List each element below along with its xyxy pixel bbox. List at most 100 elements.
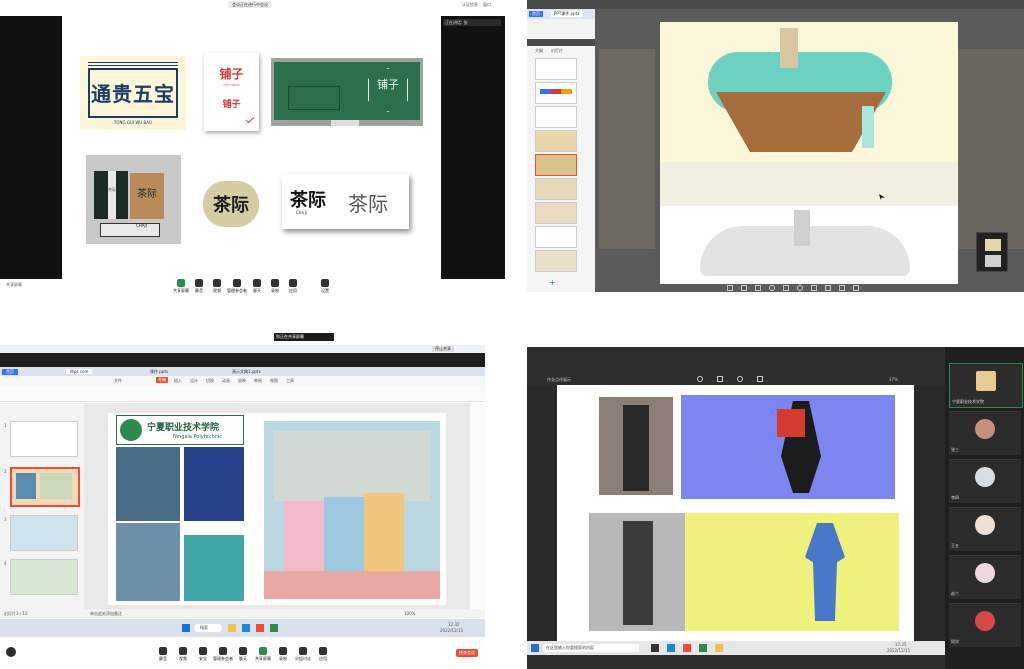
q2-thumb-4[interactable] [535, 130, 577, 152]
q4-date[interactable]: 2022/12/15 [887, 648, 910, 653]
participant-tile[interactable]: 赵六 [949, 555, 1021, 599]
taskbar-app-icon[interactable] [715, 644, 723, 652]
status-slide-count: 幻灯片3 / 10 [4, 611, 28, 616]
q2-tool-icon[interactable] [769, 285, 775, 291]
participant-tile[interactable]: 李四 [949, 459, 1021, 503]
q4-tool-icon[interactable] [737, 376, 743, 382]
q2-tab-home[interactable]: 首页 [529, 11, 543, 17]
q3-thumb-1[interactable] [10, 421, 78, 457]
menu-design[interactable]: 设计 [190, 378, 198, 384]
q2-add-slide[interactable]: + [549, 278, 556, 287]
meeting-status-chip[interactable]: 会议正在进行中会议 [228, 1, 272, 8]
status-zoom[interactable]: 100% [404, 611, 415, 616]
q3-thumb-2[interactable] [10, 467, 80, 507]
stop-share-button[interactable]: 停止共享 [432, 346, 454, 352]
q3-tb-record[interactable]: 录制 [272, 647, 294, 662]
q2-panel-tab-slides[interactable]: 幻灯片 [551, 48, 563, 54]
q2-thumb-7[interactable] [535, 202, 577, 224]
q3-thumb-4[interactable] [10, 559, 78, 595]
q3-tab-presentation[interactable]: 演示文稿1.pptx [228, 369, 265, 375]
q3-tab-wps[interactable]: Wps.com [66, 369, 93, 374]
q3-tb-mute[interactable]: 静音 [152, 647, 174, 662]
taskbar-app-icon[interactable] [683, 644, 691, 652]
participant-tile[interactable]: 张三 [949, 411, 1021, 455]
q4-tool-icon[interactable] [697, 376, 703, 382]
q2-tool-icon[interactable] [783, 285, 789, 291]
q2-thumb-3[interactable] [535, 106, 577, 128]
taskbar-app-icon[interactable] [699, 644, 707, 652]
q3-tb-participants[interactable]: 管理参会者 [212, 647, 234, 662]
q1-tb-settings[interactable]: 设置 [314, 279, 336, 294]
q4-clock[interactable]: 17:25 [895, 642, 907, 647]
q2-tool-icon[interactable] [839, 285, 845, 291]
menu-file[interactable]: 文件 [114, 378, 122, 384]
q2-tool-icon[interactable] [741, 285, 747, 291]
q2-tool-icon[interactable] [811, 285, 817, 291]
menu-insert[interactable]: 插入 [174, 378, 182, 384]
q2-tool-icon[interactable] [755, 285, 761, 291]
q3-tb-share[interactable]: 共享屏幕 [252, 647, 274, 662]
q3-thumb-3[interactable] [10, 515, 78, 551]
participant-tile[interactable]: 宁夏职业技术学院 [949, 363, 1023, 408]
q4-taskbar-search[interactable]: 在这里输入你要搜索的内容 [543, 644, 639, 652]
menu-start[interactable]: 开始 [156, 377, 168, 383]
q2-tool-icon[interactable] [853, 285, 859, 291]
taskbar-app-icon[interactable] [228, 624, 236, 632]
top-right-label-2[interactable]: 窗口 [483, 2, 491, 8]
participant-avatar [975, 611, 995, 631]
q3-tb-apps[interactable]: 应用 [312, 647, 334, 662]
q2-tool-icon[interactable] [825, 285, 831, 291]
q2-tool-icon[interactable] [797, 285, 803, 291]
taskbar-app-icon[interactable] [667, 644, 675, 652]
q1-tb-apps[interactable]: 应用 [282, 279, 304, 294]
q2-tab-file[interactable]: PPT课件.pptx [551, 11, 583, 17]
q3-tb-video[interactable]: 视频 [172, 647, 194, 662]
taskbar-app-icon[interactable] [270, 624, 278, 632]
taskbar-search[interactable]: 搜索 [194, 624, 222, 632]
participant-tile[interactable]: 王五 [949, 507, 1021, 551]
q3-tab-home[interactable]: 首页 [2, 369, 18, 375]
q4-tool-icon[interactable] [717, 376, 723, 382]
participant-tile[interactable]: 同学 [949, 603, 1021, 647]
q3-tb-breakout[interactable]: 分组讨论 [292, 647, 314, 662]
q2-thumb-1[interactable] [535, 58, 577, 80]
q2-thumb-9[interactable] [535, 250, 577, 272]
menu-transition[interactable]: 切换 [206, 378, 214, 384]
q2-thumb-2[interactable] [535, 82, 577, 104]
taskbar-date[interactable]: 2022/12/15 [440, 628, 463, 633]
q2-bottom-tools [727, 284, 887, 292]
q2-thumb-5[interactable] [535, 154, 577, 176]
menu-slideshow[interactable]: 放映 [238, 378, 246, 384]
q2-thumb-8[interactable] [535, 226, 577, 248]
q3-tb-chat[interactable]: 聊天 [232, 647, 254, 662]
q2-panel-tab-outline[interactable]: 大纲 [535, 48, 543, 54]
q3-tb-security[interactable]: 安全 [192, 647, 214, 662]
fashion-photo-1 [599, 397, 673, 495]
menu-tools[interactable]: 工具 [286, 378, 294, 384]
q4-tool-icon[interactable] [757, 376, 763, 382]
q2-mini-preview[interactable] [976, 232, 1008, 272]
island-pagoda [780, 28, 798, 68]
end-meeting-button[interactable]: 结束会议 [456, 649, 478, 657]
taskbar-clock[interactable]: 12:32 [448, 622, 460, 627]
q3-tab-courseware[interactable]: 课件.pptx [146, 369, 172, 375]
participant-avatar [976, 371, 996, 391]
taskbar-app-icon[interactable] [651, 644, 659, 652]
taskbar-app-icon[interactable] [256, 624, 264, 632]
top-right-label-1[interactable]: 认证信息 [462, 2, 478, 8]
menu-view[interactable]: 视图 [270, 378, 278, 384]
illus-figure-2 [805, 523, 845, 621]
taskbar-app-icon[interactable] [242, 624, 250, 632]
windows-start-icon[interactable] [182, 624, 190, 632]
q1-tb-video[interactable]: 视频 [206, 279, 228, 294]
windows-start-icon[interactable] [531, 644, 539, 652]
q2-thumb-6[interactable] [535, 178, 577, 200]
status-notes[interactable]: 单击此处添加备注 [90, 611, 122, 617]
q1-share-label[interactable]: 共享屏幕 [6, 282, 22, 288]
menu-animation[interactable]: 动画 [222, 378, 230, 384]
left-dark-panel [0, 16, 62, 279]
q4-zoom[interactable]: 37% [889, 377, 898, 382]
q2-tool-icon[interactable] [727, 285, 733, 291]
q1-tb-participants[interactable]: 管理参会者 [226, 279, 248, 294]
menu-review[interactable]: 审阅 [254, 378, 262, 384]
